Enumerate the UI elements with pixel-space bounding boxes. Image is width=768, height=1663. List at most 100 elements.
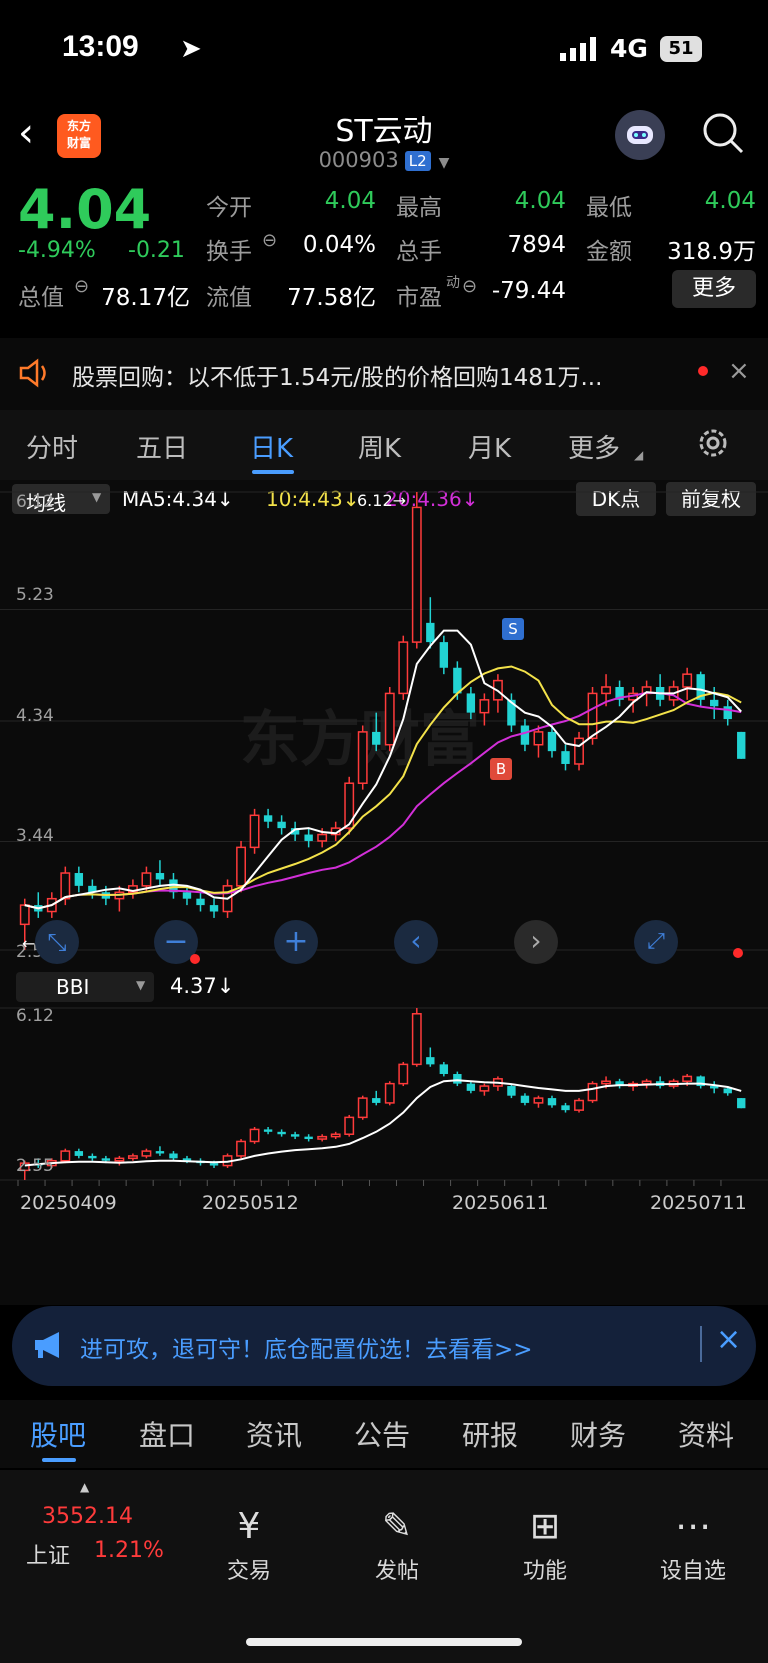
index-value[interactable]: 3552.14 [42, 1504, 133, 1529]
bbi-value: 4.37↓ [170, 974, 235, 998]
candle [317, 833, 328, 842]
zoom-out-dot [190, 954, 200, 964]
tab-news[interactable]: 资讯 [246, 1414, 302, 1454]
settings-icon[interactable] [696, 426, 730, 464]
low-value: 4.04 [704, 188, 756, 214]
info-icon[interactable]: ⊖ [462, 276, 477, 297]
speaker-icon [18, 358, 52, 392]
candle-sub [357, 1097, 368, 1119]
date-label-2: 20250512 [202, 1192, 299, 1214]
sell-signal[interactable]: S [502, 618, 524, 640]
high-marker: 6.12→ [357, 491, 407, 510]
candle-sub [439, 1064, 449, 1075]
shrink-left-icon[interactable]: ⤡ [35, 920, 79, 964]
candle-sub [737, 1098, 746, 1109]
bottom-nav: ▲ 3552.14 上证 1.21% ¥ 交易 ✎ 发帖 ⊞ 功能 ⋯ 设自选 [0, 1470, 768, 1663]
close-icon[interactable]: × [728, 356, 750, 386]
candle [155, 873, 165, 880]
fullscreen-icon[interactable]: ⤢ [634, 920, 678, 964]
nav-add-watchlist[interactable]: ⋯ 设自选 [638, 1506, 748, 1585]
dropdown-icon: ▼ [438, 155, 450, 171]
amount-label: 金额 [586, 239, 632, 265]
candle [479, 699, 490, 714]
status-bar: 13:09 ➤ 4G 51 [0, 0, 768, 100]
tab-daily-k[interactable]: 日K [250, 428, 293, 465]
nav-functions[interactable]: ⊞ 功能 [490, 1506, 600, 1585]
high-value: 4.04 [514, 188, 566, 214]
pe-label: 市盈 [396, 285, 442, 311]
y-label-3: 3.44 [16, 826, 54, 846]
tab-research[interactable]: 研报 [462, 1414, 518, 1454]
header: ‹ 东方 财富 ST云动 000903 L2 ▼ [0, 100, 768, 180]
network-type: 4G [610, 34, 648, 63]
candle [682, 673, 693, 688]
date-label-4: 20250711 [650, 1192, 747, 1214]
content-tabs: 股吧 盘口 资讯 公告 研报 财务 资料 [0, 1400, 768, 1468]
candle-sub [344, 1116, 355, 1135]
volume-value: 7894 [507, 232, 566, 258]
search-icon[interactable] [700, 110, 746, 160]
tab-intraday[interactable]: 分时 [26, 428, 78, 465]
open-label: 今开 [206, 195, 252, 221]
candle [466, 693, 476, 713]
candle [357, 731, 368, 784]
move-right-icon[interactable]: › [514, 920, 558, 964]
candle [196, 898, 205, 906]
candle-sub [641, 1080, 652, 1085]
candle [209, 905, 219, 912]
tab-profile[interactable]: 资料 [678, 1414, 734, 1454]
candle-sub [547, 1098, 557, 1106]
candle [587, 692, 598, 740]
nav-trade[interactable]: ¥ 交易 [194, 1506, 304, 1585]
tab-finance[interactable]: 财务 [570, 1414, 626, 1454]
candle-sub [290, 1134, 300, 1137]
nav-post[interactable]: ✎ 发帖 [342, 1506, 452, 1585]
grid-icon: ⊞ [529, 1506, 561, 1547]
candle-sub [453, 1074, 462, 1084]
candle [249, 814, 260, 849]
open-value: 4.04 [324, 188, 376, 214]
notice-bar[interactable]: 股票回购：以不低于1.54元/股的价格回购1481万... × [0, 338, 768, 410]
index-pct[interactable]: 1.21% [94, 1538, 164, 1563]
clock: 13:09 [62, 30, 139, 63]
tab-announcement[interactable]: 公告 [354, 1414, 410, 1454]
candle-sub [127, 1155, 138, 1160]
high-label: 最高 [396, 195, 442, 221]
tab-more[interactable]: 更多 [568, 428, 620, 465]
candle [737, 731, 746, 759]
info-icon[interactable]: ⊖ [74, 276, 89, 297]
candle-sub [466, 1083, 476, 1091]
volume-label: 总手 [396, 239, 442, 265]
zoom-in-icon[interactable]: + [274, 920, 318, 964]
candle-sub [330, 1133, 341, 1138]
robot-assistant-icon[interactable] [615, 110, 665, 160]
index-name[interactable]: 上证 [26, 1538, 70, 1570]
pe-dynamic-tag: 动 [446, 275, 460, 291]
move-left-icon[interactable]: ‹ [394, 920, 438, 964]
more-button[interactable]: 更多 [672, 270, 756, 308]
buy-signal[interactable]: B [490, 758, 512, 780]
float-value-label: 流值 [206, 285, 252, 311]
candle [411, 506, 422, 643]
candle-sub [304, 1136, 313, 1140]
candle-sub [723, 1088, 732, 1094]
promo-text: 进可攻，退可守！底仓配置优选！去看看>> [80, 1337, 533, 1363]
kline-chart-area[interactable]: 均线 ▼ MA5:4.34↓ 10:4.43↓ 20:4.36↓ DK点 前复权… [0, 480, 768, 1305]
candle-sub [74, 1151, 84, 1156]
candle-sub [263, 1129, 273, 1132]
more-dropdown-icon: ◢ [634, 448, 644, 462]
tab-five-day[interactable]: 五日 [136, 428, 188, 465]
candle-sub [520, 1095, 530, 1103]
tab-pankou[interactable]: 盘口 [139, 1414, 195, 1454]
bbi-selector[interactable]: BBI ▼ [16, 972, 154, 1002]
promo-banner[interactable]: 进可攻，退可守！底仓配置优选！去看看>> × [12, 1306, 756, 1386]
active-tab-indicator [252, 470, 294, 474]
tab-monthly-k[interactable]: 月K [468, 428, 511, 465]
tab-weekly-k[interactable]: 周K [358, 428, 401, 465]
megaphone-icon [32, 1330, 66, 1364]
close-icon[interactable]: × [716, 1322, 741, 1357]
candle-sub [141, 1150, 152, 1157]
tab-guba[interactable]: 股吧 [30, 1414, 86, 1454]
fullscreen-dot [733, 948, 743, 958]
info-icon[interactable]: ⊖ [262, 230, 277, 251]
